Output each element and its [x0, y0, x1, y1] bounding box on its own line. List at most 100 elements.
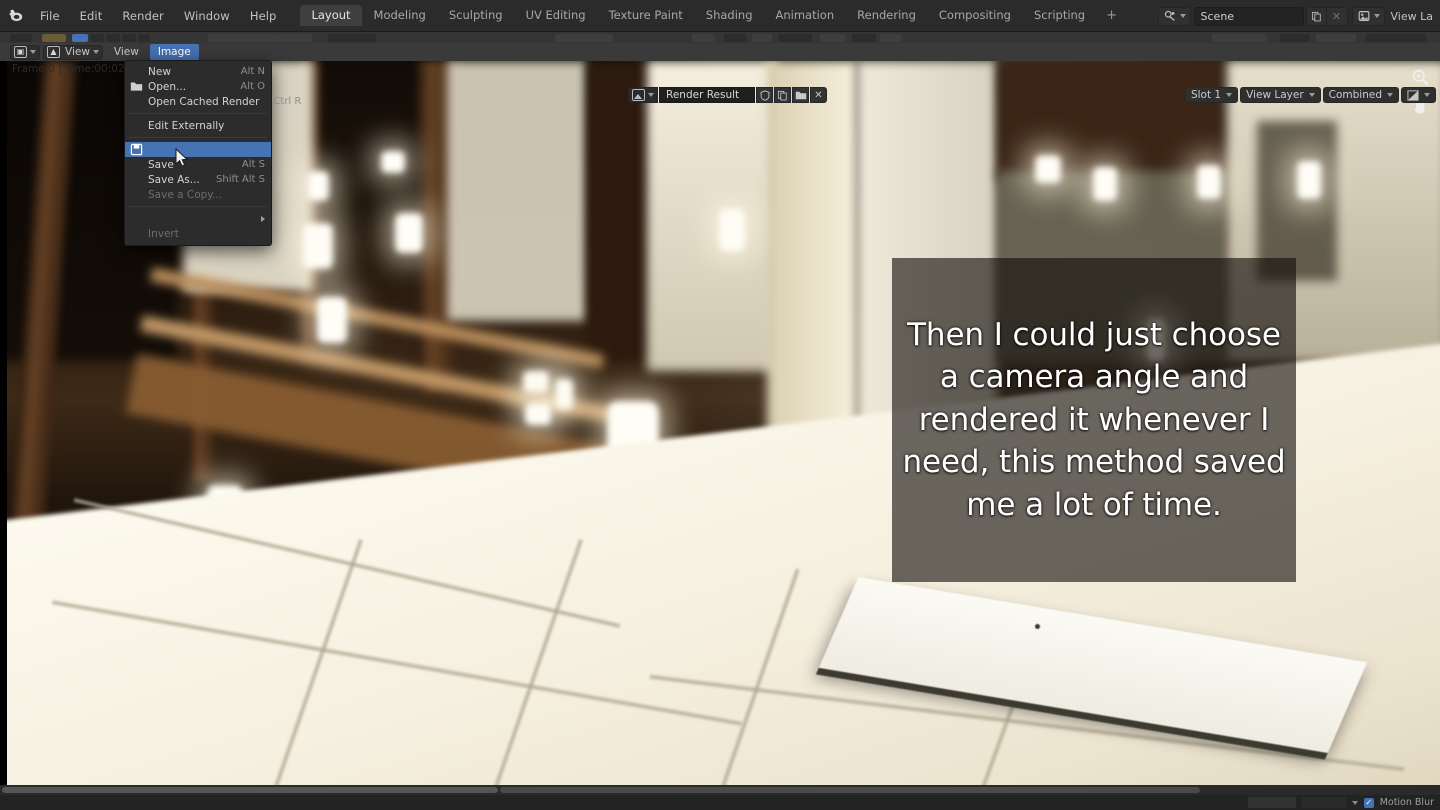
shield-icon [760, 89, 769, 101]
ghost-chip [122, 34, 136, 42]
ghost-chip [106, 34, 120, 42]
menu-item-open-cached-render[interactable]: Open Cached Render Ctrl R [125, 94, 301, 109]
chevron-down-icon [92, 50, 99, 54]
tab-modeling[interactable]: Modeling [363, 5, 437, 26]
image-menu-dropdown[interactable]: New Alt N Open... Alt O Open Cached Rend… [124, 60, 301, 246]
lamp-light [555, 379, 573, 409]
lamp-light [719, 209, 745, 251]
menu-separator [129, 137, 267, 138]
menu-file[interactable]: File [30, 0, 70, 32]
checkbox-checked-icon[interactable]: ✓ [1363, 797, 1374, 808]
lamp-light [303, 223, 333, 269]
ie-menu-image[interactable]: Image [149, 44, 199, 60]
workspace-tabs: Layout Modeling Sculpting UV Editing Tex… [300, 0, 1127, 32]
menu-item-edit-externally[interactable]: Edit Externally [125, 118, 271, 133]
image-name-field[interactable]: Render Result [659, 87, 755, 103]
tab-uv-editing[interactable]: UV Editing [515, 5, 597, 26]
remove-scene-button[interactable]: ✕ [1326, 6, 1348, 26]
image-browse-button[interactable] [628, 87, 658, 103]
scrollbar-thumb-secondary[interactable] [500, 787, 1200, 793]
image-editor-header: ▣ ▲ View View Image Render Result ✕ Slot… [0, 43, 1440, 103]
render-pass-dropdown[interactable]: Combined [1322, 87, 1399, 103]
chevron-right-icon [261, 215, 265, 222]
lamp-light [1093, 167, 1117, 201]
image-datablock-controls: Render Result ✕ [628, 87, 827, 103]
view-layer-selector-button[interactable] [1351, 6, 1385, 26]
menu-item-open[interactable]: Open... Alt O [125, 79, 271, 94]
lamp-light [381, 151, 405, 173]
display-channels-dropdown[interactable] [1401, 87, 1436, 103]
ghost-chip [1366, 34, 1426, 42]
menu-window[interactable]: Window [174, 0, 240, 32]
ghost-chip [1280, 34, 1310, 42]
new-scene-button[interactable] [1305, 6, 1327, 26]
menu-item-new[interactable]: New Alt N [125, 64, 271, 79]
open-image-button[interactable] [792, 87, 809, 103]
tab-compositing[interactable]: Compositing [928, 5, 1022, 26]
status-chip [1247, 797, 1296, 808]
ghost-chip [880, 34, 902, 42]
render-slab-dot [1035, 624, 1040, 629]
add-workspace-button[interactable]: + [1097, 5, 1126, 26]
render-slot-label: Slot 1 [1190, 89, 1222, 101]
lamp-light [523, 371, 549, 393]
chevron-down-icon [648, 93, 654, 97]
menu-item-resize: Invert [125, 226, 271, 241]
status-chip [1301, 797, 1346, 808]
copy-icon [777, 90, 787, 100]
background-viewport-header [0, 32, 1440, 43]
blender-logo-icon[interactable] [0, 0, 30, 32]
editor-mode-button[interactable]: ▲ View [43, 44, 103, 60]
ghost-chip [555, 34, 613, 42]
ghost-chip [42, 34, 66, 42]
menu-separator [129, 206, 267, 207]
menu-item-save-as[interactable]: Save Alt S [125, 157, 271, 172]
ghost-chip [90, 34, 104, 42]
render-shape [447, 61, 587, 321]
menu-item-label: New [148, 65, 171, 78]
ghost-chip [820, 34, 846, 42]
new-image-button[interactable] [774, 87, 791, 103]
ghost-chip [10, 34, 32, 42]
tab-sculpting[interactable]: Sculpting [438, 5, 514, 26]
render-slot-dropdown[interactable]: Slot 1 [1184, 87, 1239, 103]
ghost-chip [724, 34, 746, 42]
menu-edit[interactable]: Edit [70, 0, 113, 32]
chevron-down-icon[interactable] [1351, 800, 1358, 805]
menu-item-save-all-images: Save a Copy... [125, 187, 271, 202]
close-icon: ✕ [1331, 9, 1342, 23]
editor-type-button[interactable]: ▣ [10, 44, 40, 60]
ie-menu-view[interactable]: View [106, 44, 147, 60]
ghost-chip [752, 34, 772, 42]
tab-animation[interactable]: Animation [765, 5, 846, 26]
scrollbar-thumb[interactable] [2, 787, 498, 793]
menu-item-save[interactable] [125, 142, 271, 157]
image-icon: ▲ [47, 46, 60, 58]
horizontal-scrollbar[interactable] [0, 785, 1440, 795]
menu-help[interactable]: Help [240, 0, 287, 32]
tab-scripting[interactable]: Scripting [1023, 5, 1096, 26]
lamp-light [1297, 161, 1321, 199]
tab-rendering[interactable]: Rendering [846, 5, 927, 26]
fake-user-button[interactable] [756, 87, 773, 103]
menu-item-invert[interactable] [125, 211, 271, 226]
menu-item-save-a-copy[interactable]: Save As... Shift Alt S [125, 172, 271, 187]
scene-selector-button[interactable] [1157, 6, 1191, 26]
subtitle-text: Then I could just choose a camera angle … [902, 316, 1286, 523]
tab-shading[interactable]: Shading [695, 5, 764, 26]
magnifier-icon[interactable] [1411, 68, 1430, 87]
render-shape [587, 61, 647, 361]
menu-render[interactable]: Render [112, 0, 174, 32]
ghost-chip [278, 34, 312, 42]
chevron-down-icon [30, 50, 36, 54]
scene-name-field[interactable]: Scene [1193, 6, 1304, 26]
unlink-image-button[interactable]: ✕ [810, 87, 827, 103]
view-layer-dropdown[interactable]: View Layer [1240, 87, 1321, 103]
menu-item-label: Edit Externally [148, 119, 225, 132]
view-layer-icon [1358, 11, 1369, 21]
view-layer-name: View La [1390, 9, 1433, 23]
tab-layout[interactable]: Layout [300, 5, 362, 26]
tab-texture-paint[interactable]: Texture Paint [598, 5, 694, 26]
render-shape [1257, 121, 1337, 281]
chevron-down-icon [1179, 14, 1186, 18]
